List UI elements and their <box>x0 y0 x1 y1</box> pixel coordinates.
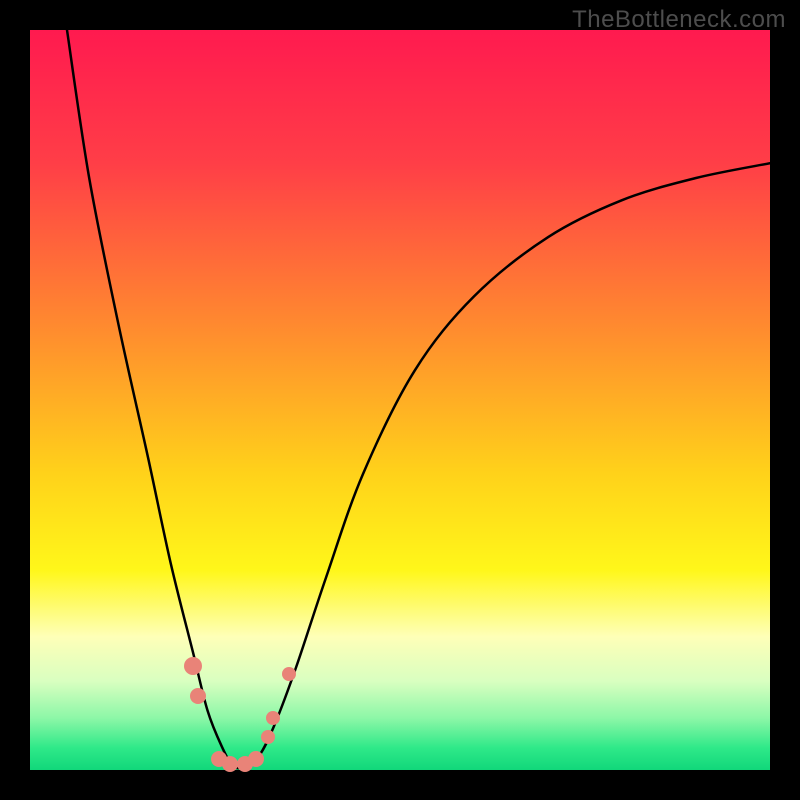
data-marker <box>282 667 296 681</box>
data-markers <box>30 30 770 770</box>
data-marker <box>261 730 275 744</box>
data-marker <box>222 756 238 772</box>
watermark-text: TheBottleneck.com <box>572 6 786 34</box>
data-marker <box>190 688 206 704</box>
chart-frame: TheBottleneck.com <box>0 0 800 800</box>
data-marker <box>184 657 202 675</box>
data-marker <box>266 711 280 725</box>
plot-area <box>30 30 770 770</box>
data-marker <box>248 751 264 767</box>
